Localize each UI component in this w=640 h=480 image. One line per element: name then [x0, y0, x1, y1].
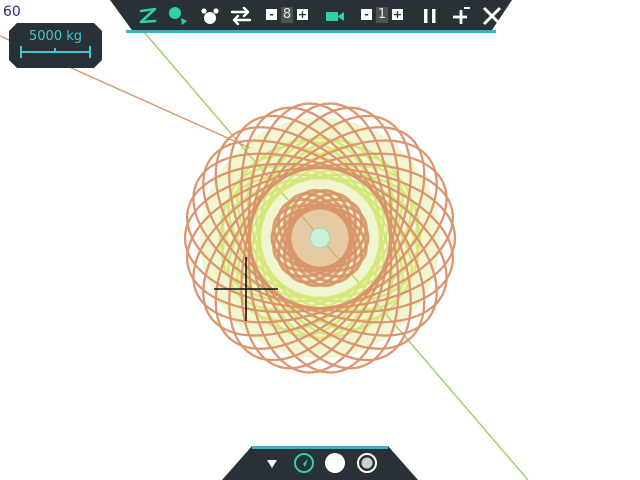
fps-counter: 60 — [3, 4, 21, 20]
zoom-increase-button[interactable]: + — [392, 9, 403, 20]
ring-body-icon[interactable] — [356, 452, 378, 474]
scale-bar — [20, 46, 91, 58]
collide-icon[interactable] — [198, 4, 222, 28]
solid-body-icon[interactable] — [324, 452, 346, 474]
trail-icon[interactable] — [136, 4, 160, 28]
mass-scale-panel: 5000 kg — [9, 23, 102, 68]
mass-scale-label: 5000 kg — [29, 29, 82, 44]
orbit-target-icon[interactable] — [293, 452, 315, 474]
zoom-decrease-button[interactable]: - — [361, 9, 372, 20]
add-body-icon[interactable] — [166, 4, 190, 28]
toolbar-accent — [126, 30, 496, 33]
central-body[interactable] — [309, 227, 331, 249]
close-icon[interactable] — [480, 4, 504, 28]
bottom-toolbar — [222, 446, 418, 480]
speed-value: 8 — [281, 7, 293, 23]
pause-icon[interactable] — [418, 4, 442, 28]
speed-increase-button[interactable]: + — [297, 9, 308, 20]
collapse-icon[interactable] — [261, 452, 283, 474]
zoom-value: 1 — [376, 7, 388, 23]
swap-icon[interactable] — [229, 4, 253, 28]
simulation-canvas[interactable] — [0, 0, 640, 480]
camera-icon[interactable] — [323, 4, 347, 28]
add-remove-icon[interactable] — [449, 4, 473, 28]
bottom-toolbar-accent — [252, 446, 388, 449]
speed-decrease-button[interactable]: - — [266, 9, 277, 20]
